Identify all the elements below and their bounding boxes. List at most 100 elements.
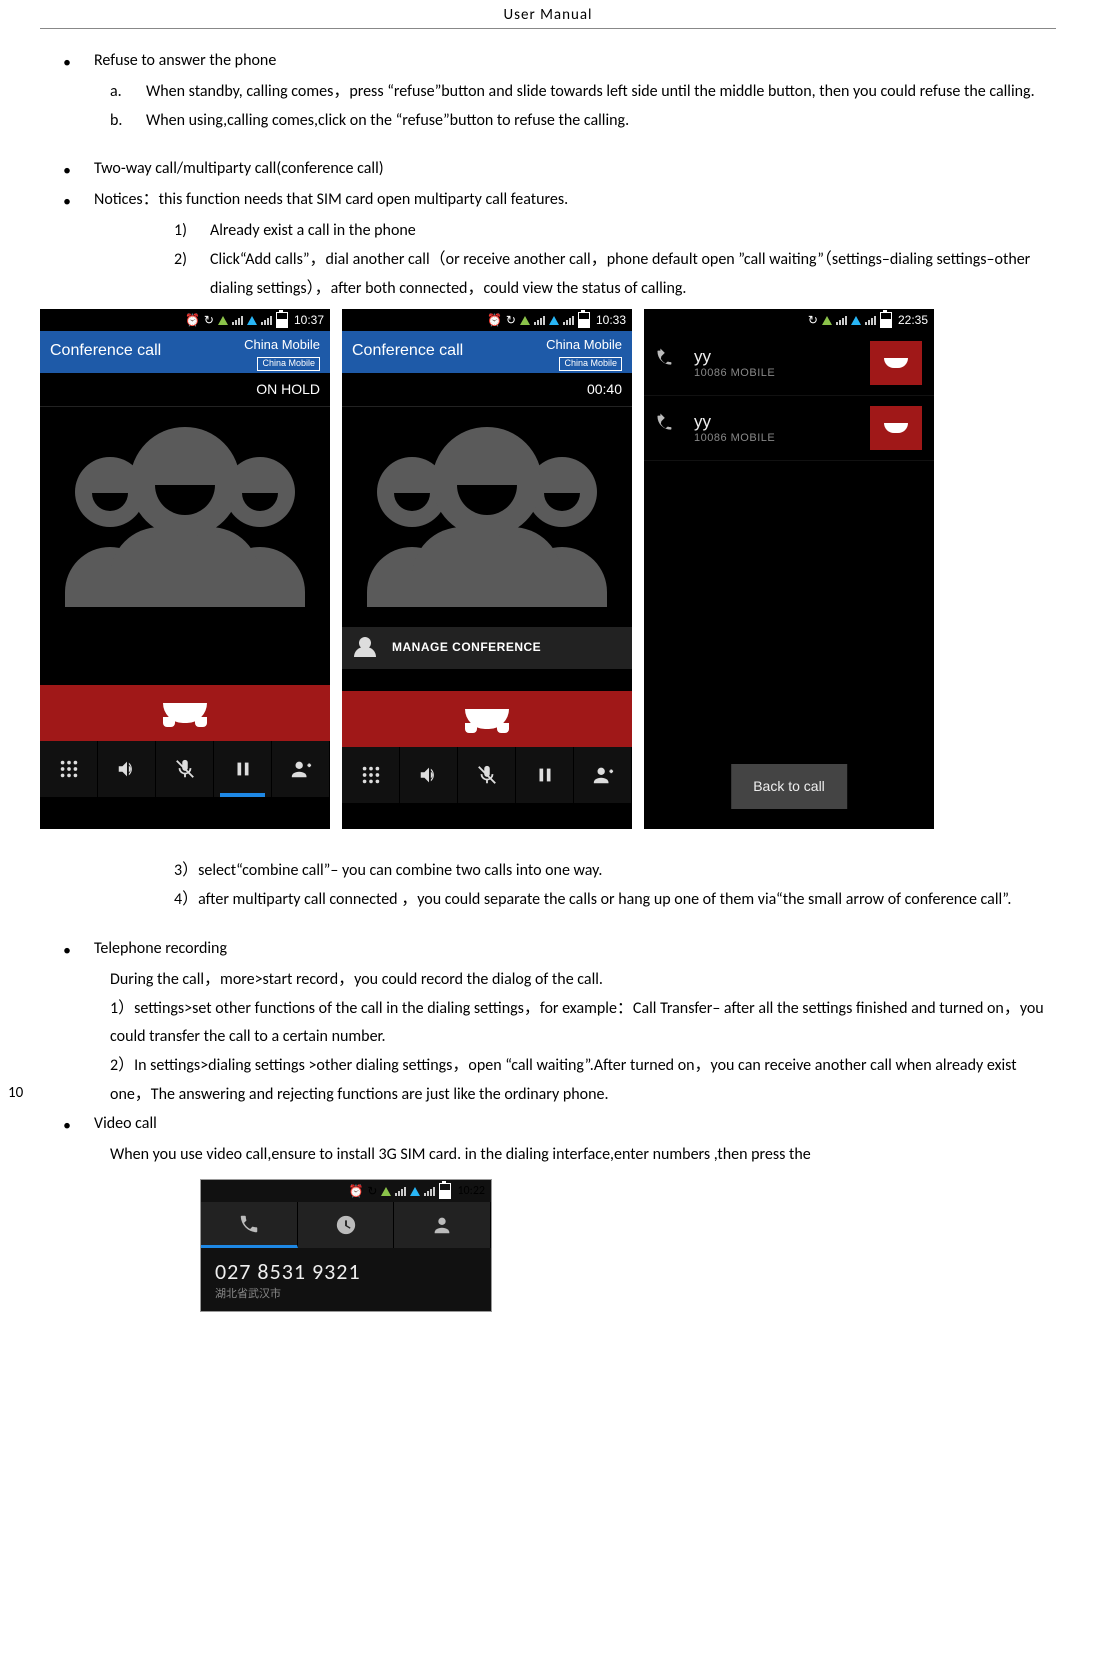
mute-button[interactable] bbox=[458, 747, 516, 803]
list-label-b: b. bbox=[110, 107, 146, 136]
end-participant-button[interactable] bbox=[870, 341, 922, 385]
signal-icon bbox=[410, 1187, 420, 1196]
sim-chip: China Mobile bbox=[559, 357, 622, 371]
dialpad-button[interactable] bbox=[40, 741, 98, 797]
speaker-button[interactable] bbox=[98, 741, 156, 797]
participant-name: yy bbox=[694, 347, 870, 367]
list-label-2: 2) bbox=[174, 246, 210, 304]
dialer-tabs bbox=[201, 1202, 491, 1248]
sync-icon: ↻ bbox=[367, 1184, 377, 1199]
sync-icon: ↻ bbox=[808, 310, 818, 332]
participant-number: 10086 MOBILE bbox=[694, 367, 870, 380]
page-number: 10 bbox=[8, 1084, 23, 1102]
manage-conference-button[interactable]: MANAGE CONFERENCE bbox=[342, 627, 632, 669]
split-call-icon[interactable] bbox=[656, 412, 682, 445]
bullet-icon: ● bbox=[40, 1110, 94, 1139]
conference-avatar bbox=[342, 407, 632, 627]
notices-text: Notices：this function needs that SIM car… bbox=[94, 186, 1056, 215]
signal-bars-icon bbox=[534, 316, 545, 325]
signal-bars-icon bbox=[395, 1187, 406, 1196]
status-bar: ⏰ ↻ 10:22 bbox=[201, 1180, 491, 1202]
signal-icon bbox=[851, 316, 861, 325]
hold-button[interactable] bbox=[214, 741, 272, 797]
participant-name: yy bbox=[694, 412, 870, 432]
hold-button[interactable] bbox=[516, 747, 574, 803]
group-icon bbox=[352, 639, 378, 657]
list-label-1: 1) bbox=[174, 217, 210, 246]
twoway-1-text: Already exist a call in the phone bbox=[210, 217, 1056, 246]
battery-icon bbox=[578, 312, 590, 328]
screenshot-dialer: ⏰ ↻ 10:22 027 8531 9321 湖北省武汉市 bbox=[200, 1179, 492, 1312]
end-participant-button[interactable] bbox=[870, 406, 922, 450]
refuse-b-text: When using,calling comes,click on the “r… bbox=[146, 107, 1056, 136]
carrier-label: China Mobile bbox=[244, 337, 320, 352]
call-status-bar: ON HOLD bbox=[40, 373, 330, 407]
signal-icon bbox=[247, 316, 257, 325]
dialed-location: 湖北省武汉市 bbox=[215, 1285, 477, 1301]
signal-icon bbox=[520, 316, 530, 325]
bullet-icon: ● bbox=[40, 47, 94, 76]
dialed-number: 027 8531 9321 bbox=[215, 1258, 477, 1285]
bullet-icon: ● bbox=[40, 155, 94, 184]
section-video-title: Video call bbox=[94, 1110, 1056, 1139]
hangup-icon bbox=[884, 358, 908, 368]
speaker-button[interactable] bbox=[400, 747, 458, 803]
conference-participant-row[interactable]: yy 10086 MOBILE bbox=[644, 331, 934, 396]
conference-avatar bbox=[40, 407, 330, 627]
screenshot-manage-list: ↻ 22:35 yy bbox=[644, 309, 934, 829]
hangup-button[interactable] bbox=[342, 691, 632, 747]
signal-bars-icon bbox=[261, 316, 272, 325]
conference-participant-row[interactable]: yy 10086 MOBILE bbox=[644, 396, 934, 461]
twoway-2-text: Click“Add calls”，dial another call（or re… bbox=[210, 246, 1056, 304]
carrier-label: China Mobile bbox=[546, 337, 622, 352]
mute-button[interactable] bbox=[156, 741, 214, 797]
status-time: 10:37 bbox=[294, 310, 324, 332]
tab-phone[interactable] bbox=[201, 1202, 298, 1248]
signal-icon bbox=[549, 316, 559, 325]
signal-icon bbox=[822, 316, 832, 325]
back-to-call-button[interactable]: Back to call bbox=[731, 764, 847, 809]
battery-icon bbox=[276, 312, 288, 328]
add-call-button[interactable] bbox=[272, 741, 330, 797]
recording-p3: 2）In settings>dialing settings >other di… bbox=[110, 1052, 1056, 1110]
battery-icon bbox=[439, 1183, 451, 1199]
screenshot-conference-active: ⏰ ↻ 10:33 Conference call China Mobile bbox=[342, 309, 632, 829]
conference-label: Conference call bbox=[50, 337, 161, 366]
signal-bars-icon bbox=[563, 316, 574, 325]
sync-icon: ↻ bbox=[506, 310, 516, 332]
refuse-a-text: When standby, calling comes，press “refus… bbox=[146, 78, 1056, 107]
tab-recent[interactable] bbox=[298, 1202, 395, 1248]
call-title-bar: Conference call China Mobile China Mobil… bbox=[342, 331, 632, 373]
alarm-icon: ⏰ bbox=[185, 310, 200, 332]
video-p1: When you use video call,ensure to instal… bbox=[110, 1141, 1056, 1170]
participant-number: 10086 MOBILE bbox=[694, 432, 870, 445]
signal-icon bbox=[381, 1187, 391, 1196]
signal-icon bbox=[218, 316, 228, 325]
battery-icon bbox=[880, 312, 892, 328]
split-call-icon[interactable] bbox=[656, 347, 682, 380]
add-call-button[interactable] bbox=[574, 747, 632, 803]
recording-p1: During the call，more>start record，you co… bbox=[110, 966, 1056, 995]
status-time: 10:22 bbox=[457, 1184, 485, 1198]
status-bar: ⏰ ↻ 10:33 bbox=[342, 309, 632, 331]
status-bar: ⏰ ↻ 10:37 bbox=[40, 309, 330, 331]
twoway-4-text: 4）after multiparty call connected ，you c… bbox=[174, 886, 1056, 915]
screenshot-row: ⏰ ↻ 10:37 Conference call China Mobile bbox=[40, 309, 1056, 829]
tab-contacts[interactable] bbox=[394, 1202, 491, 1248]
list-label-a: a. bbox=[110, 78, 146, 107]
status-time: 22:35 bbox=[898, 310, 928, 332]
bullet-icon: ● bbox=[40, 186, 94, 215]
section-refuse-title: Refuse to answer the phone bbox=[94, 47, 1056, 76]
hangup-button[interactable] bbox=[40, 685, 330, 741]
page-header: User Manual bbox=[40, 0, 1056, 29]
signal-bars-icon bbox=[232, 316, 243, 325]
status-bar: ↻ 22:35 bbox=[644, 309, 934, 331]
signal-bars-icon bbox=[424, 1187, 435, 1196]
conference-label: Conference call bbox=[352, 337, 463, 366]
dialer-number-row: 027 8531 9321 湖北省武汉市 bbox=[201, 1248, 491, 1311]
manage-conference-label: MANAGE CONFERENCE bbox=[392, 637, 541, 659]
dialpad-button[interactable] bbox=[342, 747, 400, 803]
document-body: ● Refuse to answer the phone a. When sta… bbox=[40, 29, 1056, 1169]
signal-bars-icon bbox=[836, 316, 847, 325]
twoway-3-text: 3）select“combine call”– you can combine … bbox=[174, 857, 1056, 886]
